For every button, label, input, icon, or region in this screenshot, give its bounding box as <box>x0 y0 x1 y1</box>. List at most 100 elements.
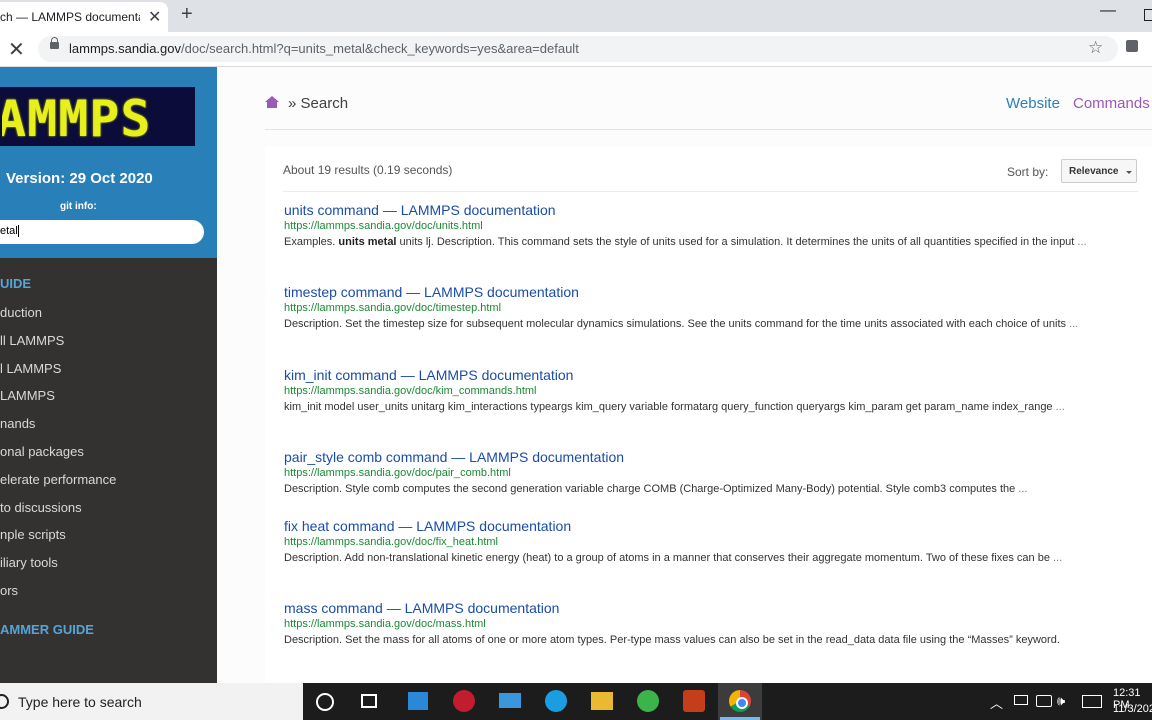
website-link[interactable]: Website <box>1006 95 1060 112</box>
browser-tab[interactable]: ch — LAMMPS documentation ✕ <box>0 2 168 32</box>
snippet-text: kim_init model user_units unitarg kim_in… <box>284 401 1056 413</box>
url-path: /doc/search.html?q=units_metal&check_key… <box>181 41 579 56</box>
new-tab-icon[interactable]: + <box>181 3 193 26</box>
store-icon[interactable] <box>408 692 428 710</box>
result-url[interactable]: https://lammps.sandia.gov/doc/kim_comman… <box>284 385 1124 397</box>
search-result: fix heat command — LAMMPS documentation … <box>284 518 1124 565</box>
snippet-ellipsis: ... <box>1069 318 1079 330</box>
sidebar-header: AMMPS Version: 29 Oct 2020 git info: eta… <box>0 67 217 258</box>
green-app-icon[interactable] <box>637 690 659 712</box>
network-icon[interactable] <box>1036 695 1052 707</box>
result-title-link[interactable]: kim_init command — LAMMPS documentation <box>284 367 1124 383</box>
url-host: lammps.sandia.gov <box>69 41 181 56</box>
tray-chevron-up-icon[interactable]: ︿ <box>990 693 1003 712</box>
result-url[interactable]: https://lammps.sandia.gov/doc/units.html <box>284 220 1124 232</box>
result-title-link[interactable]: fix heat command — LAMMPS documentation <box>284 518 1124 534</box>
extensions-puzzle-icon[interactable] <box>1126 40 1138 52</box>
main-content: » Search Website Commands About 19 resul… <box>217 67 1152 683</box>
snippet-text: Description. Set the mass for all atoms … <box>284 634 1060 646</box>
cortana-icon[interactable] <box>316 693 334 711</box>
nav-item[interactable]: ll LAMMPS <box>0 333 64 348</box>
result-snippet: Description. Set the mass for all atoms … <box>284 633 1124 647</box>
taskbar-search-placeholder: Type here to search <box>18 694 142 710</box>
home-icon[interactable] <box>265 96 279 108</box>
result-snippet: Description. Set the timestep size for s… <box>284 317 1124 331</box>
stop-loading-icon[interactable]: ✕ <box>8 37 25 62</box>
logo-text: AMMPS <box>0 90 152 146</box>
chrome-icon-center <box>736 697 748 709</box>
omnibox[interactable]: lammps.sandia.gov/doc/search.html?q=unit… <box>38 36 1118 62</box>
nav-item[interactable]: nple scripts <box>0 527 66 542</box>
tab-title: ch — LAMMPS documentation <box>0 10 140 24</box>
address-bar-row: ✕ lammps.sandia.gov/doc/search.html?q=un… <box>0 32 1152 67</box>
pdf-app-icon[interactable] <box>453 690 475 712</box>
snippet-text: Description. Add non-translational kinet… <box>284 552 1053 564</box>
maximize-icon[interactable] <box>1144 9 1152 21</box>
result-title-link[interactable]: timestep command — LAMMPS documentation <box>284 284 1124 300</box>
taskbar-search-box[interactable]: Type here to search <box>0 683 303 720</box>
file-explorer-icon[interactable] <box>591 692 613 710</box>
snippet-ellipsis: ... <box>1055 401 1065 413</box>
result-url[interactable]: https://lammps.sandia.gov/doc/timestep.h… <box>284 302 1124 314</box>
close-tab-icon[interactable]: ✕ <box>148 7 161 27</box>
url-text[interactable]: lammps.sandia.gov/doc/search.html?q=unit… <box>69 41 579 56</box>
windows-taskbar: Type here to search ︿ 🕪 12:31 PM 11/3/20… <box>0 683 1152 720</box>
divider <box>283 191 1138 192</box>
lammps-logo[interactable]: AMMPS <box>0 87 195 146</box>
battery-icon[interactable] <box>1014 695 1028 705</box>
minimize-icon[interactable]: — <box>1100 2 1116 20</box>
result-url[interactable]: https://lammps.sandia.gov/doc/fix_heat.h… <box>284 536 1124 548</box>
nav-item[interactable]: to discussions <box>0 500 82 515</box>
snippet-text: Examples. <box>284 236 339 248</box>
lock-icon[interactable] <box>50 37 59 49</box>
nav-item[interactable]: onal packages <box>0 444 84 459</box>
nav-caption-programmer-guide[interactable]: AMMER GUIDE <box>0 622 94 637</box>
nav-item[interactable]: elerate performance <box>0 472 116 487</box>
sidebar-search-input[interactable]: etal <box>0 220 204 244</box>
result-snippet: Description. Add non-translational kinet… <box>284 551 1124 565</box>
bookmark-star-icon[interactable]: ☆ <box>1088 38 1103 58</box>
snippet-ellipsis: ... <box>1077 236 1087 248</box>
sort-label: Sort by: <box>1007 165 1049 179</box>
sidebar-search-value: etal <box>0 225 19 238</box>
edge-icon[interactable] <box>545 690 567 712</box>
result-title-link[interactable]: mass command — LAMMPS documentation <box>284 600 1124 616</box>
snippet-ellipsis: ... <box>1018 483 1028 495</box>
nav-item[interactable]: duction <box>0 305 42 320</box>
nav-item[interactable]: l LAMMPS <box>0 361 61 376</box>
clock-date[interactable]: 11/3/202 <box>1113 703 1152 715</box>
commands-link[interactable]: Commands <box>1073 95 1150 112</box>
doc-sidebar: AMMPS Version: 29 Oct 2020 git info: eta… <box>0 67 217 683</box>
result-snippet: kim_init model user_units unitarg kim_in… <box>284 400 1124 414</box>
result-title-link[interactable]: pair_style comb command — LAMMPS documen… <box>284 449 1124 465</box>
breadcrumb: » Search <box>288 95 349 112</box>
task-view-icon[interactable] <box>361 694 377 708</box>
result-count: About 19 results (0.19 seconds) <box>283 163 453 177</box>
search-result: kim_init command — LAMMPS documentation … <box>284 367 1124 414</box>
result-snippet: Examples. units metal units lj. Descript… <box>284 235 1124 249</box>
powerpoint-icon[interactable] <box>683 690 705 712</box>
keyboard-icon[interactable] <box>1082 695 1102 708</box>
nav-item[interactable]: LAMMPS <box>0 388 55 403</box>
mail-icon[interactable] <box>499 693 521 708</box>
search-value-text: etal <box>0 225 18 237</box>
snippet-ellipsis: ... <box>1053 552 1063 564</box>
nav-item[interactable]: iliary tools <box>0 555 58 570</box>
nav-item[interactable]: nands <box>0 416 35 431</box>
snippet-text: Description. Style comb computes the sec… <box>284 483 1019 495</box>
result-snippet: Description. Style comb computes the sec… <box>284 482 1124 496</box>
nav-item[interactable]: ors <box>0 583 18 598</box>
search-result: mass command — LAMMPS documentation http… <box>284 600 1124 647</box>
git-info-label: git info: <box>60 201 97 212</box>
snippet-text: units lj. Description. This command sets… <box>396 236 1078 248</box>
sort-dropdown[interactable]: Relevance <box>1061 159 1137 183</box>
snippet-highlight: units metal <box>338 236 397 248</box>
divider <box>265 129 1152 130</box>
snippet-text: Description. Set the timestep size for s… <box>284 318 1070 330</box>
volume-icon[interactable]: 🕪 <box>1057 693 1065 709</box>
result-title-link[interactable]: units command — LAMMPS documentation <box>284 202 1124 218</box>
result-url[interactable]: https://lammps.sandia.gov/doc/pair_comb.… <box>284 467 1124 479</box>
result-url[interactable]: https://lammps.sandia.gov/doc/mass.html <box>284 618 1124 630</box>
sort-value: Relevance <box>1069 166 1119 177</box>
nav-caption-user-guide[interactable]: UIDE <box>0 276 31 291</box>
